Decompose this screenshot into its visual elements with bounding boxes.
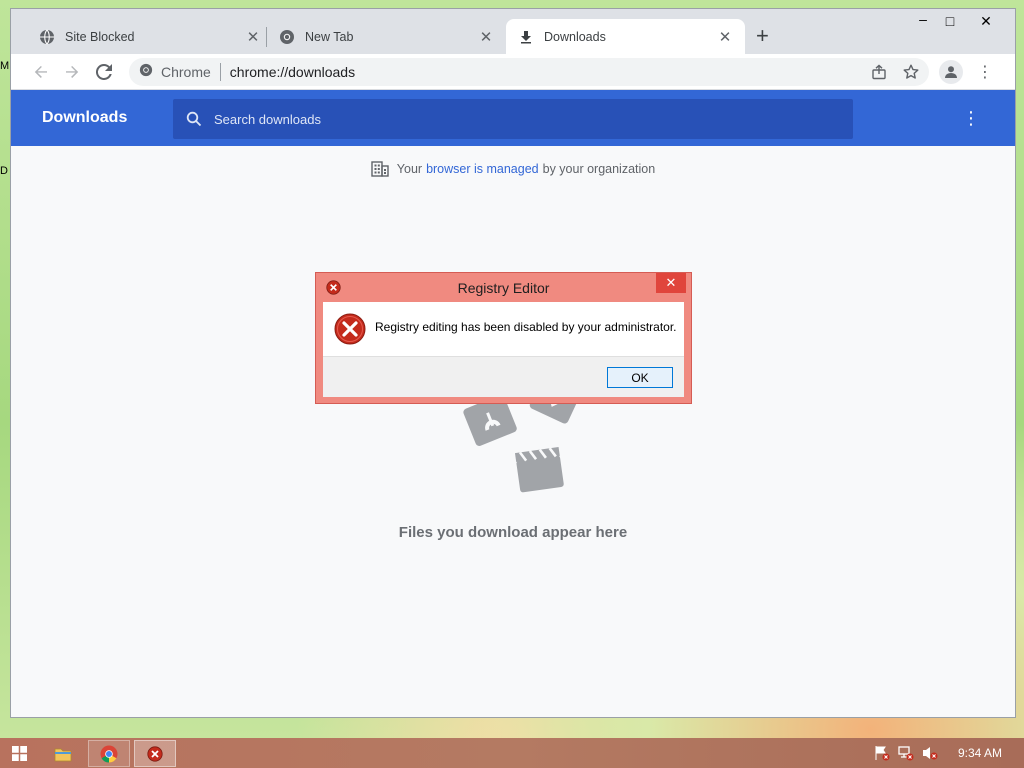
taskbar: 9:34 AM <box>0 738 1024 768</box>
tab-title: Site Blocked <box>65 29 135 44</box>
arrow-left-icon <box>34 66 47 78</box>
globe-icon <box>39 29 55 45</box>
error-icon <box>334 313 366 345</box>
file-explorer-button[interactable] <box>46 740 80 767</box>
downloads-header: Downloads ⋮ <box>11 90 1015 146</box>
close-icon[interactable]: ✕ <box>245 28 261 46</box>
managed-notice: Your browser is managed by your organiza… <box>11 161 1015 177</box>
chrome-icon <box>100 745 118 762</box>
windows-logo-icon <box>11 746 27 761</box>
arrow-right-icon <box>66 66 79 78</box>
profile-avatar[interactable] <box>939 60 963 84</box>
network-icon[interactable] <box>898 745 914 761</box>
star-icon[interactable] <box>903 58 919 86</box>
reload-icon <box>96 64 112 80</box>
registry-editor-dialog: Registry Editor ✕ Registry editing has b… <box>315 272 692 404</box>
building-icon <box>371 161 389 177</box>
browser-toolbar: Chrome chrome://downloads ⋮ <box>11 54 1015 90</box>
desktop-icon-fragment: M <box>0 60 10 72</box>
chrome-icon <box>139 63 153 82</box>
close-icon[interactable]: ✕ <box>717 28 733 46</box>
minimize-button[interactable]: – <box>909 11 937 27</box>
search-box[interactable] <box>173 99 853 139</box>
ok-button[interactable]: OK <box>607 367 673 388</box>
share-icon[interactable] <box>871 58 887 86</box>
dialog-title: Registry Editor <box>457 280 550 296</box>
omnibox-divider <box>219 63 221 81</box>
site-label: Chrome <box>161 64 211 80</box>
empty-state-message: Files you download appear here <box>398 524 628 541</box>
desktop-icon-fragment: D <box>0 165 8 177</box>
forward-button[interactable] <box>60 60 84 84</box>
tab-site-blocked[interactable]: Site Blocked ✕ <box>27 19 273 54</box>
chrome-icon <box>279 29 295 45</box>
taskbar-clock[interactable]: 9:34 AM <box>958 746 1002 760</box>
kebab-menu-icon[interactable]: ⋮ <box>975 60 995 84</box>
tab-new-tab[interactable]: New Tab ✕ <box>267 19 506 54</box>
download-icon <box>518 29 534 45</box>
registry-error-taskbar-button[interactable] <box>134 740 176 767</box>
back-button[interactable] <box>29 60 53 84</box>
chrome-taskbar-button[interactable] <box>88 740 130 767</box>
address-bar[interactable]: Chrome chrome://downloads <box>129 58 929 86</box>
dialog-titlebar[interactable]: Registry Editor ✕ <box>316 273 691 301</box>
page-title: Downloads <box>42 109 128 126</box>
tab-title: Downloads <box>544 29 606 44</box>
search-input[interactable] <box>214 111 814 127</box>
url-text[interactable]: chrome://downloads <box>230 64 355 80</box>
error-icon <box>147 745 163 762</box>
tab-strip: Site Blocked ✕ New Tab ✕ Downloads ✕ + –… <box>11 9 1015 54</box>
managed-link[interactable]: browser is managed <box>426 162 539 176</box>
managed-prefix: Your <box>396 162 423 176</box>
downloads-menu-icon[interactable]: ⋮ <box>961 108 981 128</box>
dialog-footer: OK <box>323 356 684 397</box>
search-icon <box>186 111 202 127</box>
dialog-body: Registry editing has been disabled by yo… <box>323 302 684 356</box>
action-center-flag-icon[interactable] <box>874 745 890 761</box>
reload-button[interactable] <box>92 60 116 84</box>
tab-title: New Tab <box>305 29 354 44</box>
folder-icon <box>54 748 72 761</box>
start-button[interactable] <box>4 740 34 767</box>
empty-downloads-illustration <box>463 400 580 493</box>
dialog-message: Registry editing has been disabled by yo… <box>375 320 677 334</box>
window-close-button[interactable]: ✕ <box>972 13 1000 30</box>
managed-suffix: by your organization <box>542 162 656 176</box>
volume-muted-icon[interactable] <box>922 745 938 761</box>
new-tab-button[interactable]: + <box>756 25 769 47</box>
person-icon <box>945 66 957 78</box>
tab-downloads[interactable]: Downloads ✕ <box>506 19 745 54</box>
close-icon[interactable]: ✕ <box>478 28 494 46</box>
dialog-close-button[interactable]: ✕ <box>656 273 686 293</box>
maximize-button[interactable]: □ <box>936 13 964 29</box>
